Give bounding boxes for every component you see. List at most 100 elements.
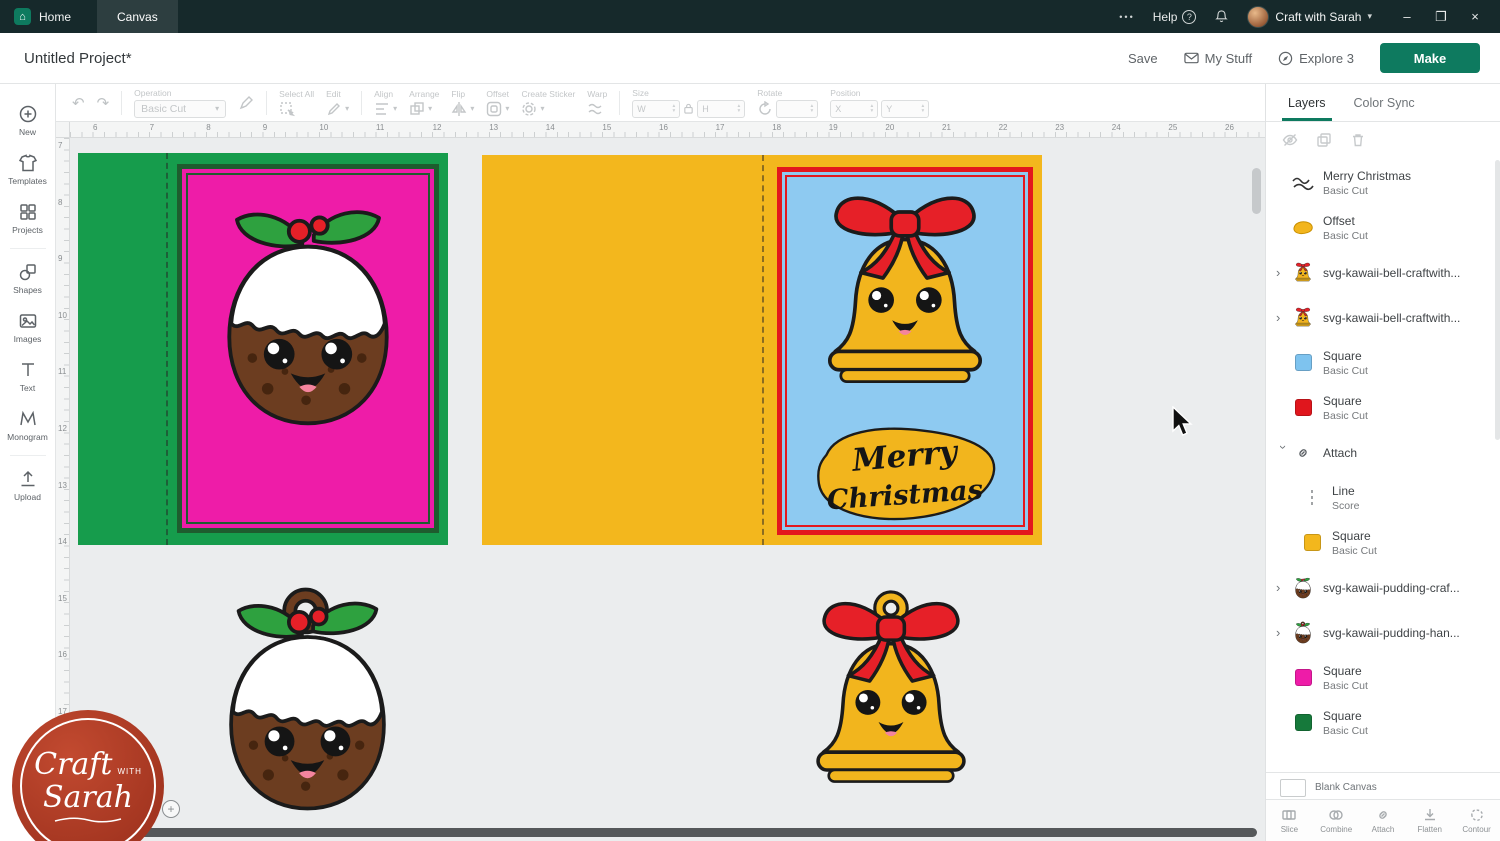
duplicate-layer-icon[interactable] — [1316, 132, 1332, 148]
chevron-right-icon[interactable]: › — [1276, 265, 1291, 280]
delete-layer-icon[interactable] — [1350, 132, 1366, 148]
lock-icon[interactable] — [683, 102, 694, 115]
merry-christmas-artwork[interactable]: Merry Christmas — [808, 423, 1003, 525]
chevron-down-icon[interactable]: › — [1276, 445, 1291, 460]
select-all-button[interactable]: Select All — [279, 89, 314, 117]
my-stuff-button[interactable]: My Stuff — [1184, 51, 1252, 66]
zoom-in-button[interactable]: + — [162, 800, 180, 818]
sidebar-item-projects[interactable]: Projects — [0, 194, 55, 243]
canvas-tab[interactable]: Canvas — [97, 0, 178, 33]
tab-layers[interactable]: Layers — [1274, 84, 1340, 121]
ruler-tick-label: 10 — [58, 311, 67, 320]
ruler-tick-label: 16 — [659, 123, 668, 132]
attach-button[interactable]: Attach — [1360, 800, 1407, 841]
slice-button[interactable]: Slice — [1266, 800, 1313, 841]
ruler-corner — [56, 122, 70, 138]
ruler-tick-label: 19 — [829, 123, 838, 132]
layer-row-merry-christmas[interactable]: Merry ChristmasBasic Cut — [1266, 160, 1495, 205]
layer-row-square-green[interactable]: SquareBasic Cut — [1266, 700, 1495, 745]
combine-button[interactable]: Combine — [1313, 800, 1360, 841]
sidebar-item-shapes[interactable]: Shapes — [0, 254, 55, 303]
window-close-button[interactable]: × — [1458, 0, 1492, 33]
christmas-card-pudding[interactable] — [78, 153, 448, 545]
color-swatch — [1295, 669, 1312, 686]
monogram-icon — [18, 409, 38, 429]
layer-row-square-pink[interactable]: SquareBasic Cut — [1266, 655, 1495, 700]
window-minimize-button[interactable]: – — [1390, 0, 1424, 33]
pink-card-panel[interactable] — [177, 164, 439, 533]
flip-dropdown[interactable]: Flip ▾ — [451, 89, 474, 117]
window-maximize-button[interactable]: ❐ — [1424, 0, 1458, 33]
position-x-input[interactable]: X ▴▾ — [830, 100, 878, 118]
envelope-icon — [1184, 52, 1199, 64]
layers-scrollbar[interactable] — [1495, 160, 1500, 440]
home-tab[interactable]: Home — [39, 10, 71, 24]
align-dropdown[interactable]: Align ▾ — [374, 89, 397, 117]
save-button[interactable]: Save — [1128, 51, 1158, 66]
blank-canvas-row[interactable]: Blank Canvas — [1266, 772, 1500, 802]
chevron-right-icon[interactable]: › — [1276, 310, 1291, 325]
canvas-content[interactable]: Merry Christmas − + — [70, 138, 1265, 841]
sidebar-item-new[interactable]: New — [0, 96, 55, 145]
make-button[interactable]: Make — [1380, 43, 1480, 73]
canvas-vertical-scrollbar[interactable] — [1252, 168, 1261, 214]
bell-gift-tag[interactable] — [793, 585, 989, 818]
account-menu[interactable]: Craft with Sarah ▾ — [1247, 6, 1372, 28]
edit-menu-button[interactable]: Edit ▾ — [326, 89, 349, 117]
layer-row-offset[interactable]: OffsetBasic Cut — [1266, 205, 1495, 250]
chevron-right-icon[interactable]: › — [1276, 625, 1291, 640]
canvas-horizontal-scrollbar[interactable] — [130, 828, 1257, 837]
tab-color-sync[interactable]: Color Sync — [1340, 84, 1429, 121]
layer-row-pudding-2[interactable]: › svg-kawaii-pudding-han... — [1266, 610, 1495, 655]
redo-icon[interactable]: ↷ — [97, 94, 110, 112]
score-line-icon — [1300, 488, 1324, 508]
merry-christmas-thumbnail — [1291, 175, 1315, 191]
sidebar-item-text[interactable]: Text — [0, 352, 55, 401]
warp-button[interactable]: Warp — [587, 89, 607, 117]
christmas-card-bell[interactable]: Merry Christmas — [482, 155, 1042, 545]
avatar — [1247, 6, 1269, 28]
create-sticker-dropdown[interactable]: Create Sticker ▾ — [521, 89, 575, 117]
layer-row-bell-1[interactable]: › svg-kawaii-bell-craftwith... — [1266, 250, 1495, 295]
operation-dropdown[interactable]: Basic Cut ▾ — [134, 100, 226, 118]
contour-button[interactable]: Contour — [1453, 800, 1500, 841]
offset-dropdown[interactable]: Offset ▾ — [486, 89, 509, 117]
fold-score-line — [166, 153, 168, 545]
kawaii-bell-artwork[interactable] — [800, 179, 1010, 419]
arrange-dropdown[interactable]: Arrange ▾ — [409, 89, 439, 117]
ruler-tick-label: 18 — [772, 123, 781, 132]
layer-row-line-score[interactable]: LineScore — [1266, 475, 1495, 520]
sidebar-item-images[interactable]: Images — [0, 303, 55, 352]
notifications-bell-icon[interactable] — [1214, 9, 1229, 24]
compass-icon — [1278, 51, 1293, 66]
ruler-tick-label: 25 — [1168, 123, 1177, 132]
sidebar-item-templates[interactable]: Templates — [0, 145, 55, 194]
overflow-menu-icon[interactable]: ••• — [1119, 12, 1134, 22]
hide-layer-icon[interactable] — [1282, 132, 1298, 148]
flatten-button[interactable]: Flatten — [1406, 800, 1453, 841]
pudding-gift-tag[interactable] — [205, 583, 410, 816]
titlebar: ⌂ Home Canvas ••• Help ? Craft with Sara… — [0, 0, 1500, 33]
sidebar-item-upload[interactable]: Upload — [0, 461, 55, 510]
position-y-input[interactable]: Y ▴▾ — [881, 100, 929, 118]
shapes-icon — [18, 262, 38, 282]
height-input[interactable]: H ▴▾ — [697, 100, 745, 118]
layer-row-pudding-1[interactable]: › svg-kawaii-pudding-craf... — [1266, 565, 1495, 610]
sidebar-item-monogram[interactable]: Monogram — [0, 401, 55, 450]
kawaii-pudding-artwork[interactable] — [202, 191, 414, 431]
layer-row-square-blue[interactable]: SquareBasic Cut — [1266, 340, 1495, 385]
chevron-right-icon[interactable]: › — [1276, 580, 1291, 595]
help-question-icon[interactable]: ? — [1182, 10, 1196, 24]
canvas-area[interactable]: 67891011121314151617181920212223242526 7… — [56, 122, 1265, 841]
blue-card-panel[interactable]: Merry Christmas — [777, 167, 1033, 535]
color-pen-icon[interactable] — [238, 95, 254, 111]
undo-icon[interactable]: ↶ — [72, 94, 85, 112]
layer-row-square-yellow[interactable]: SquareBasic Cut — [1266, 520, 1495, 565]
layer-row-attach-group[interactable]: › Attach — [1266, 430, 1495, 475]
layer-row-square-red[interactable]: SquareBasic Cut — [1266, 385, 1495, 430]
layer-row-bell-2[interactable]: › svg-kawaii-bell-craftwith... — [1266, 295, 1495, 340]
width-input[interactable]: W ▴▾ — [632, 100, 680, 118]
explore-button[interactable]: Explore 3 — [1278, 51, 1354, 66]
help-link[interactable]: Help — [1153, 10, 1178, 24]
rotate-input[interactable]: ▴▾ — [776, 100, 818, 118]
